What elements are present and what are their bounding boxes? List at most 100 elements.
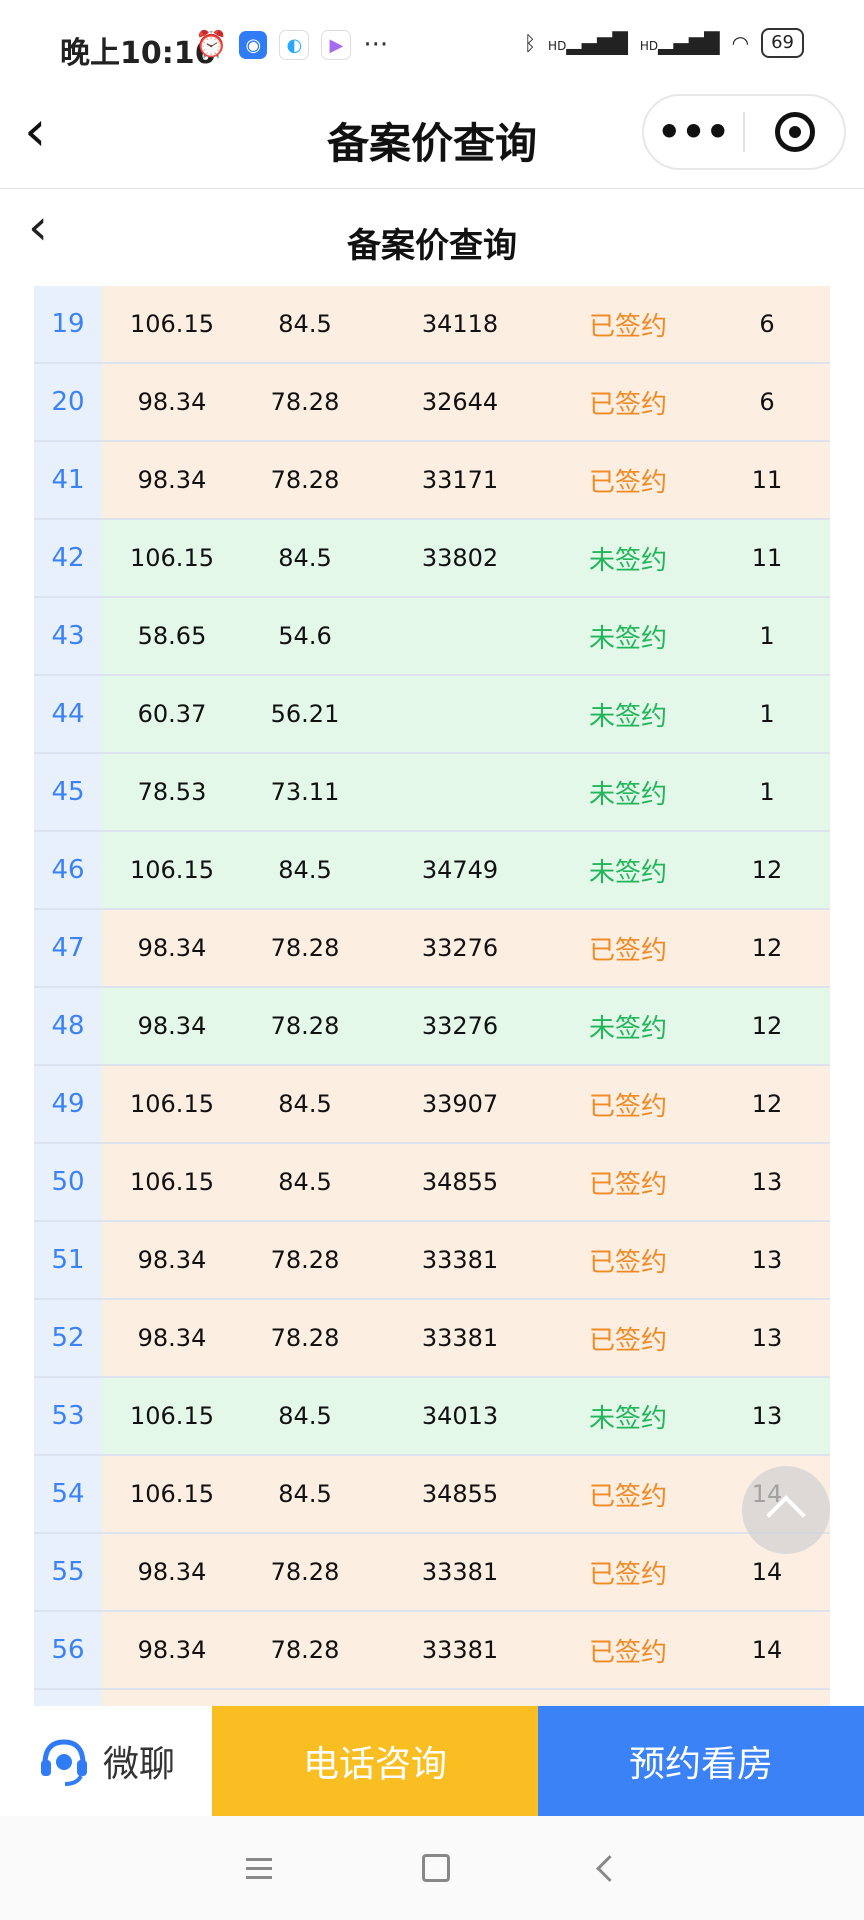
close-miniprogram-button[interactable]	[745, 112, 844, 152]
sign-status: 已签约	[588, 1637, 667, 1668]
table-row[interactable]: 41 98.34 78.28 33171 已签约 11	[34, 442, 830, 520]
unit-price: 34855	[421, 1168, 499, 1196]
scroll-to-top-button[interactable]	[742, 1466, 830, 1554]
unit-price: 34855	[421, 1480, 499, 1508]
alarm-icon: ⏰	[195, 30, 228, 60]
floor: 11	[751, 544, 783, 572]
building-area: 106.15	[130, 310, 214, 338]
sign-status: 已签约	[588, 467, 667, 498]
building-area: 98.34	[137, 466, 207, 494]
inner-area: 84.5	[278, 310, 332, 338]
table-row[interactable]: 57106.1584.534013已签约14	[34, 1690, 830, 1706]
building-area: 106.15	[130, 1090, 214, 1118]
unit-price: 34013	[421, 1402, 499, 1430]
floor: 13	[751, 1168, 783, 1196]
row-index: 55	[34, 1534, 102, 1610]
row-index: 47	[34, 910, 102, 986]
home-icon[interactable]	[421, 1854, 450, 1882]
unit-price: 33381	[421, 1324, 499, 1352]
table-row[interactable]: 51 98.34 78.28 33381 已签约 13	[34, 1222, 830, 1300]
row-index: 54	[34, 1456, 102, 1532]
floor: 12	[751, 1090, 783, 1118]
unit-price: 33381	[421, 1246, 499, 1274]
sign-status: 已签约	[588, 1481, 667, 1512]
floor: 1	[759, 778, 775, 806]
row-index: 43	[34, 598, 102, 674]
table-row[interactable]: 47 98.34 78.28 33276 已签约 12	[34, 910, 830, 988]
chat-button[interactable]: 微聊	[0, 1706, 212, 1816]
row-index: 56	[34, 1612, 102, 1688]
sign-status: 已签约	[588, 1169, 667, 1200]
menu-icon[interactable]	[245, 1857, 272, 1879]
app-icon-cyan: ◐	[279, 30, 310, 60]
unit-price: 33381	[421, 1558, 499, 1586]
floor: 11	[751, 466, 783, 494]
building-area: 98.34	[137, 388, 207, 416]
table-row[interactable]: 54106.1584.534855已签约14	[34, 1456, 830, 1534]
unit-price: 33802	[421, 544, 499, 572]
unit-price: 33276	[421, 1012, 499, 1040]
inner-area: 73.11	[270, 778, 340, 806]
row-index: 49	[34, 1066, 102, 1142]
system-back-icon[interactable]	[595, 1854, 623, 1882]
table-row[interactable]: 19 106.15 84.5 34118 已签约 6	[34, 286, 830, 364]
table-row[interactable]: 55 98.34 78.28 33381 已签约 14	[34, 1534, 830, 1612]
row-index: 52	[34, 1300, 102, 1376]
table-row[interactable]: 56 98.34 78.28 33381 已签约 14	[34, 1612, 830, 1690]
floor: 1	[759, 622, 775, 650]
table-row[interactable]: 52 98.34 78.28 33381 已签约 13	[34, 1300, 830, 1378]
table-row[interactable]: 42 106.15 84.5 33802 未签约 11	[34, 520, 830, 598]
building-area: 78.53	[137, 778, 207, 806]
table-row[interactable]: 20 98.34 78.28 32644 已签约 6	[34, 364, 830, 442]
sign-status: 已签约	[588, 389, 667, 420]
floor: 12	[751, 1012, 783, 1040]
building-area: 106.15	[130, 856, 214, 884]
unit-price: 34749	[421, 856, 499, 884]
sign-status: 未签约	[588, 857, 667, 888]
unit-price: 33381	[421, 1636, 499, 1664]
building-area: 106.15	[130, 1402, 214, 1430]
phone-consult-button[interactable]: 电话咨询	[212, 1706, 538, 1816]
nav-bar: ‹ 备案价查询 •••	[0, 92, 864, 189]
unit-price: 33276	[421, 934, 499, 962]
table-row[interactable]: 46 106.15 84.5 34749 未签约 12	[34, 832, 830, 910]
table-row[interactable]: 49 106.15 84.5 33907 已签约 12	[34, 1066, 830, 1144]
table-row[interactable]: 53 106.15 84.5 34013 未签约 13	[34, 1378, 830, 1456]
signal-icon-2: HD▂▄▆█	[639, 31, 720, 55]
sign-status: 未签约	[588, 1013, 667, 1044]
more-options-button[interactable]: •••	[644, 113, 743, 151]
table-row[interactable]: 45 78.53 73.11 未签约 1	[34, 754, 830, 832]
row-index: 46	[34, 832, 102, 908]
row-index: 19	[34, 286, 102, 362]
floor: 14	[751, 1636, 783, 1664]
inner-area: 84.5	[278, 1090, 332, 1118]
sign-status: 未签约	[588, 779, 667, 810]
table-row[interactable]: 44 60.37 56.21 未签约 1	[34, 676, 830, 754]
row-index: 51	[34, 1222, 102, 1298]
row-index: 41	[34, 442, 102, 518]
inner-area: 78.28	[270, 1558, 340, 1586]
floor: 6	[759, 388, 775, 416]
capsule-menu: •••	[642, 94, 846, 170]
chevron-up-icon	[766, 1495, 806, 1535]
inner-area: 84.5	[278, 1168, 332, 1196]
floor: 13	[751, 1246, 783, 1274]
table-row[interactable]: 50 106.15 84.5 34855 已签约 13	[34, 1144, 830, 1222]
inner-area: 54.6	[278, 622, 332, 650]
table-row[interactable]: 43 58.65 54.6 未签约 1	[34, 598, 830, 676]
sign-status: 已签约	[588, 1247, 667, 1278]
inner-area: 78.28	[270, 1012, 340, 1040]
table-row[interactable]: 48 98.34 78.28 33276 未签约 12	[34, 988, 830, 1066]
headset-icon	[37, 1734, 91, 1788]
sign-status: 已签约	[588, 311, 667, 342]
building-area: 98.34	[137, 1558, 207, 1586]
inner-area: 78.28	[270, 388, 340, 416]
inner-area: 84.5	[278, 544, 332, 572]
unit-price: 33171	[421, 466, 499, 494]
signal-icon-1: HD▂▄▆█	[548, 31, 628, 55]
book-viewing-button[interactable]: 预约看房	[538, 1706, 864, 1816]
floor: 13	[751, 1402, 783, 1430]
inner-area: 78.28	[270, 466, 340, 494]
price-table[interactable]: 19 106.15 84.5 34118 已签约 6 20 98.34 78.28 32644 已签…	[34, 286, 830, 1706]
building-area: 60.37	[137, 700, 207, 728]
